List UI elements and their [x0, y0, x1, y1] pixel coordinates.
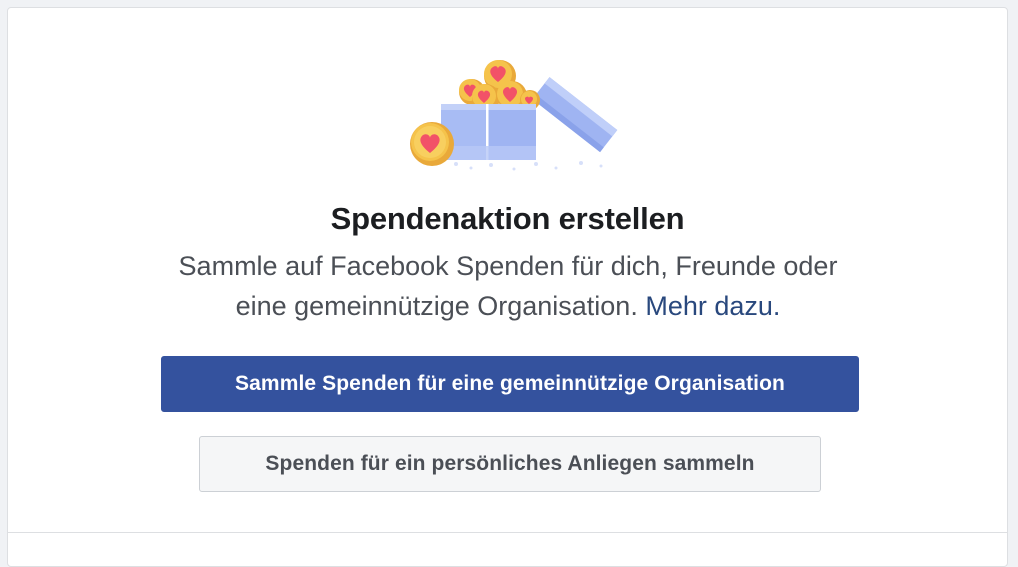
raise-money-for-personal-cause-button[interactable]: Spenden für ein persönliches Anliegen sa… — [199, 436, 821, 492]
raise-money-for-nonprofit-button[interactable]: Sammle Spenden für eine gemeinnützige Or… — [161, 356, 859, 412]
description-text: Sammle auf Facebook Spenden für dich, Fr… — [98, 246, 918, 326]
description-line-2: eine gemeinnützige Organisation. — [235, 291, 638, 321]
page-title: Spendenaktion erstellen — [330, 201, 685, 236]
description-line-1: Sammle auf Facebook Spenden für dich, Fr… — [178, 251, 838, 281]
fundraiser-card: Spendenaktion erstellen Sammle auf Faceb… — [7, 7, 1008, 567]
gift-box-with-heart-coins-icon — [410, 60, 618, 171]
learn-more-link[interactable]: Mehr dazu. — [645, 291, 780, 321]
card-divider — [8, 532, 1007, 533]
